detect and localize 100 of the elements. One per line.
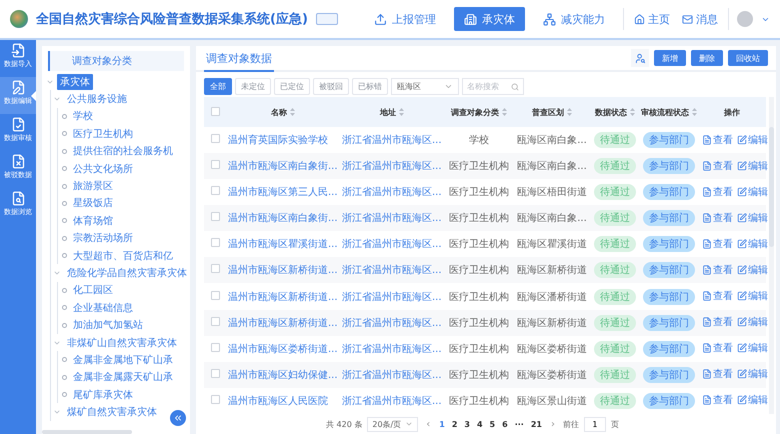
name-link[interactable]: 温州市瓯海区第三人民... xyxy=(228,187,338,198)
tree-item[interactable]: 金属非金属露天矿山承 xyxy=(70,369,176,386)
address-link[interactable]: 浙江省温州市瓯海区... xyxy=(342,239,442,250)
filter-tab[interactable]: 已定位 xyxy=(274,78,310,95)
page-button[interactable]: 3 xyxy=(463,420,471,428)
filter-tab[interactable]: 全部 xyxy=(204,78,232,95)
address-link[interactable]: 浙江省温州市瓯海区... xyxy=(342,265,442,276)
name-link[interactable]: 温州市瓯海区瞿溪街道... xyxy=(228,239,338,250)
tree-item[interactable]: 星级饭店 xyxy=(70,195,116,212)
column-header[interactable]: 普查区划 xyxy=(532,108,564,116)
tree-item[interactable]: 医疗卫生机构 xyxy=(70,126,136,142)
locate-user-button[interactable] xyxy=(631,49,649,67)
page-button[interactable]: 6 xyxy=(501,420,509,428)
next-page-button[interactable]: › xyxy=(548,418,558,430)
scrollbar[interactable] xyxy=(769,97,774,414)
view-link[interactable]: 查看 xyxy=(702,262,733,277)
edit-link[interactable]: 编辑 xyxy=(737,367,768,382)
view-link[interactable]: 查看 xyxy=(702,341,733,356)
sort-icon[interactable] xyxy=(567,108,572,116)
filter-tab[interactable]: 已标错 xyxy=(352,78,388,95)
tree-item[interactable]: 尾矿库承灾体 xyxy=(70,386,136,403)
page-input[interactable]: 1 xyxy=(584,416,606,432)
checkbox[interactable] xyxy=(210,212,220,222)
tree-item[interactable]: 学校 xyxy=(70,108,96,124)
tree-item[interactable]: 化工园区 xyxy=(70,282,116,298)
tree-item[interactable]: 危险化学品自然灾害承灾体 xyxy=(64,264,190,281)
name-link[interactable]: 温州市瓯海区南白象街... xyxy=(228,213,338,224)
view-link[interactable]: 查看 xyxy=(702,236,733,251)
edit-link[interactable]: 编辑 xyxy=(737,393,768,408)
header-link[interactable]: 消息 xyxy=(680,12,720,26)
action-button[interactable]: 回收站 xyxy=(728,50,768,66)
tree-item[interactable]: 加油加气加氢站 xyxy=(70,317,146,334)
sort-icon[interactable] xyxy=(290,108,295,116)
name-link[interactable]: 温州市瓯海区人民医院 xyxy=(228,396,328,407)
nav-tab[interactable]: 上报管理 xyxy=(364,7,446,31)
edit-link[interactable]: 编辑 xyxy=(737,210,768,225)
page-button[interactable]: ··· xyxy=(514,420,525,428)
filter-tab[interactable]: 未定位 xyxy=(235,78,271,95)
edit-link[interactable]: 编辑 xyxy=(737,132,768,147)
checkbox[interactable] xyxy=(210,106,220,116)
edit-link[interactable]: 编辑 xyxy=(737,262,768,277)
filter-tab[interactable]: 被驳回 xyxy=(313,78,349,95)
column-header[interactable]: 地址 xyxy=(380,108,396,116)
address-link[interactable]: 浙江省温州市瓯海区... xyxy=(342,344,442,355)
page-button[interactable]: 21 xyxy=(530,420,543,428)
page-button[interactable]: 2 xyxy=(450,420,458,428)
edit-link[interactable]: 编辑 xyxy=(737,184,768,199)
tree-item[interactable]: 承灾体 xyxy=(57,74,93,90)
prev-page-button[interactable]: ‹ xyxy=(423,418,434,430)
address-link[interactable]: 浙江省温州市瓯海区... xyxy=(342,370,442,381)
page-button[interactable]: 4 xyxy=(476,420,484,428)
checkbox[interactable] xyxy=(210,316,220,326)
checkbox[interactable] xyxy=(210,342,220,352)
scrollbar[interactable] xyxy=(42,430,132,434)
view-link[interactable]: 查看 xyxy=(702,289,733,303)
checkbox[interactable] xyxy=(210,368,220,378)
search-field[interactable]: 名称搜索 xyxy=(462,78,524,95)
edit-link[interactable]: 编辑 xyxy=(737,236,768,251)
nav-tab[interactable]: 减灾能力 xyxy=(533,7,615,31)
column-header[interactable]: 名称 xyxy=(271,108,287,116)
page-button[interactable]: 1 xyxy=(438,420,446,428)
address-link[interactable]: 浙江省温州市瓯海区... xyxy=(342,396,442,407)
tree-item[interactable]: 旅游景区 xyxy=(70,178,116,194)
sort-icon[interactable] xyxy=(502,108,507,116)
tree-item[interactable]: 体育场馆 xyxy=(70,212,116,229)
name-link[interactable]: 温州市瓯海区妇幼保健... xyxy=(228,370,338,381)
avatar[interactable] xyxy=(737,11,753,27)
edit-link[interactable]: 编辑 xyxy=(737,341,768,356)
view-link[interactable]: 查看 xyxy=(702,132,733,147)
view-link[interactable]: 查看 xyxy=(702,315,733,330)
name-link[interactable]: 温州市瓯海区新桥街道... xyxy=(228,292,338,302)
nav-tab[interactable]: 承灾体 xyxy=(454,7,525,31)
page-size-select[interactable]: 20条/页 xyxy=(367,416,418,432)
tree-item[interactable]: 公共服务设施 xyxy=(64,91,130,108)
checkbox[interactable] xyxy=(210,264,220,274)
checkbox[interactable] xyxy=(210,394,220,404)
name-link[interactable]: 温州市瓯海区娄桥街道... xyxy=(228,344,338,355)
address-link[interactable]: 浙江省温州市瓯海区... xyxy=(342,292,442,302)
address-link[interactable]: 浙江省温州市瓯海区... xyxy=(342,135,442,146)
view-link[interactable]: 查看 xyxy=(702,158,733,173)
column-header[interactable]: 数据状态 xyxy=(595,108,627,116)
tree-item[interactable]: 公共文化场所 xyxy=(70,160,136,177)
action-button[interactable]: 新增 xyxy=(654,50,686,66)
tree-item[interactable]: 企业基础信息 xyxy=(70,300,136,316)
edit-link[interactable]: 编辑 xyxy=(737,315,768,330)
address-link[interactable]: 浙江省温州市瓯海区... xyxy=(342,318,442,329)
header-link[interactable]: 主页 xyxy=(632,12,672,26)
checkbox[interactable] xyxy=(210,238,220,248)
tree-item[interactable]: 大型超市、百货店和亿 xyxy=(70,248,176,264)
tree-item[interactable]: 非煤矿山自然灾害承灾体 xyxy=(64,334,180,351)
tree-item[interactable]: 提供住宿的社会服务机 xyxy=(70,143,176,160)
address-link[interactable]: 浙江省温州市瓯海区... xyxy=(342,161,442,172)
edit-link[interactable]: 编辑 xyxy=(737,158,768,173)
address-link[interactable]: 浙江省温州市瓯海区... xyxy=(342,187,442,198)
name-link[interactable]: 温州市瓯海区新桥街道... xyxy=(228,265,338,276)
view-link[interactable]: 查看 xyxy=(702,367,733,382)
checkbox[interactable] xyxy=(210,186,220,196)
view-link[interactable]: 查看 xyxy=(702,210,733,225)
tree-item[interactable]: 金属非金属地下矿山承 xyxy=(70,352,176,368)
collapse-button[interactable] xyxy=(170,410,186,426)
